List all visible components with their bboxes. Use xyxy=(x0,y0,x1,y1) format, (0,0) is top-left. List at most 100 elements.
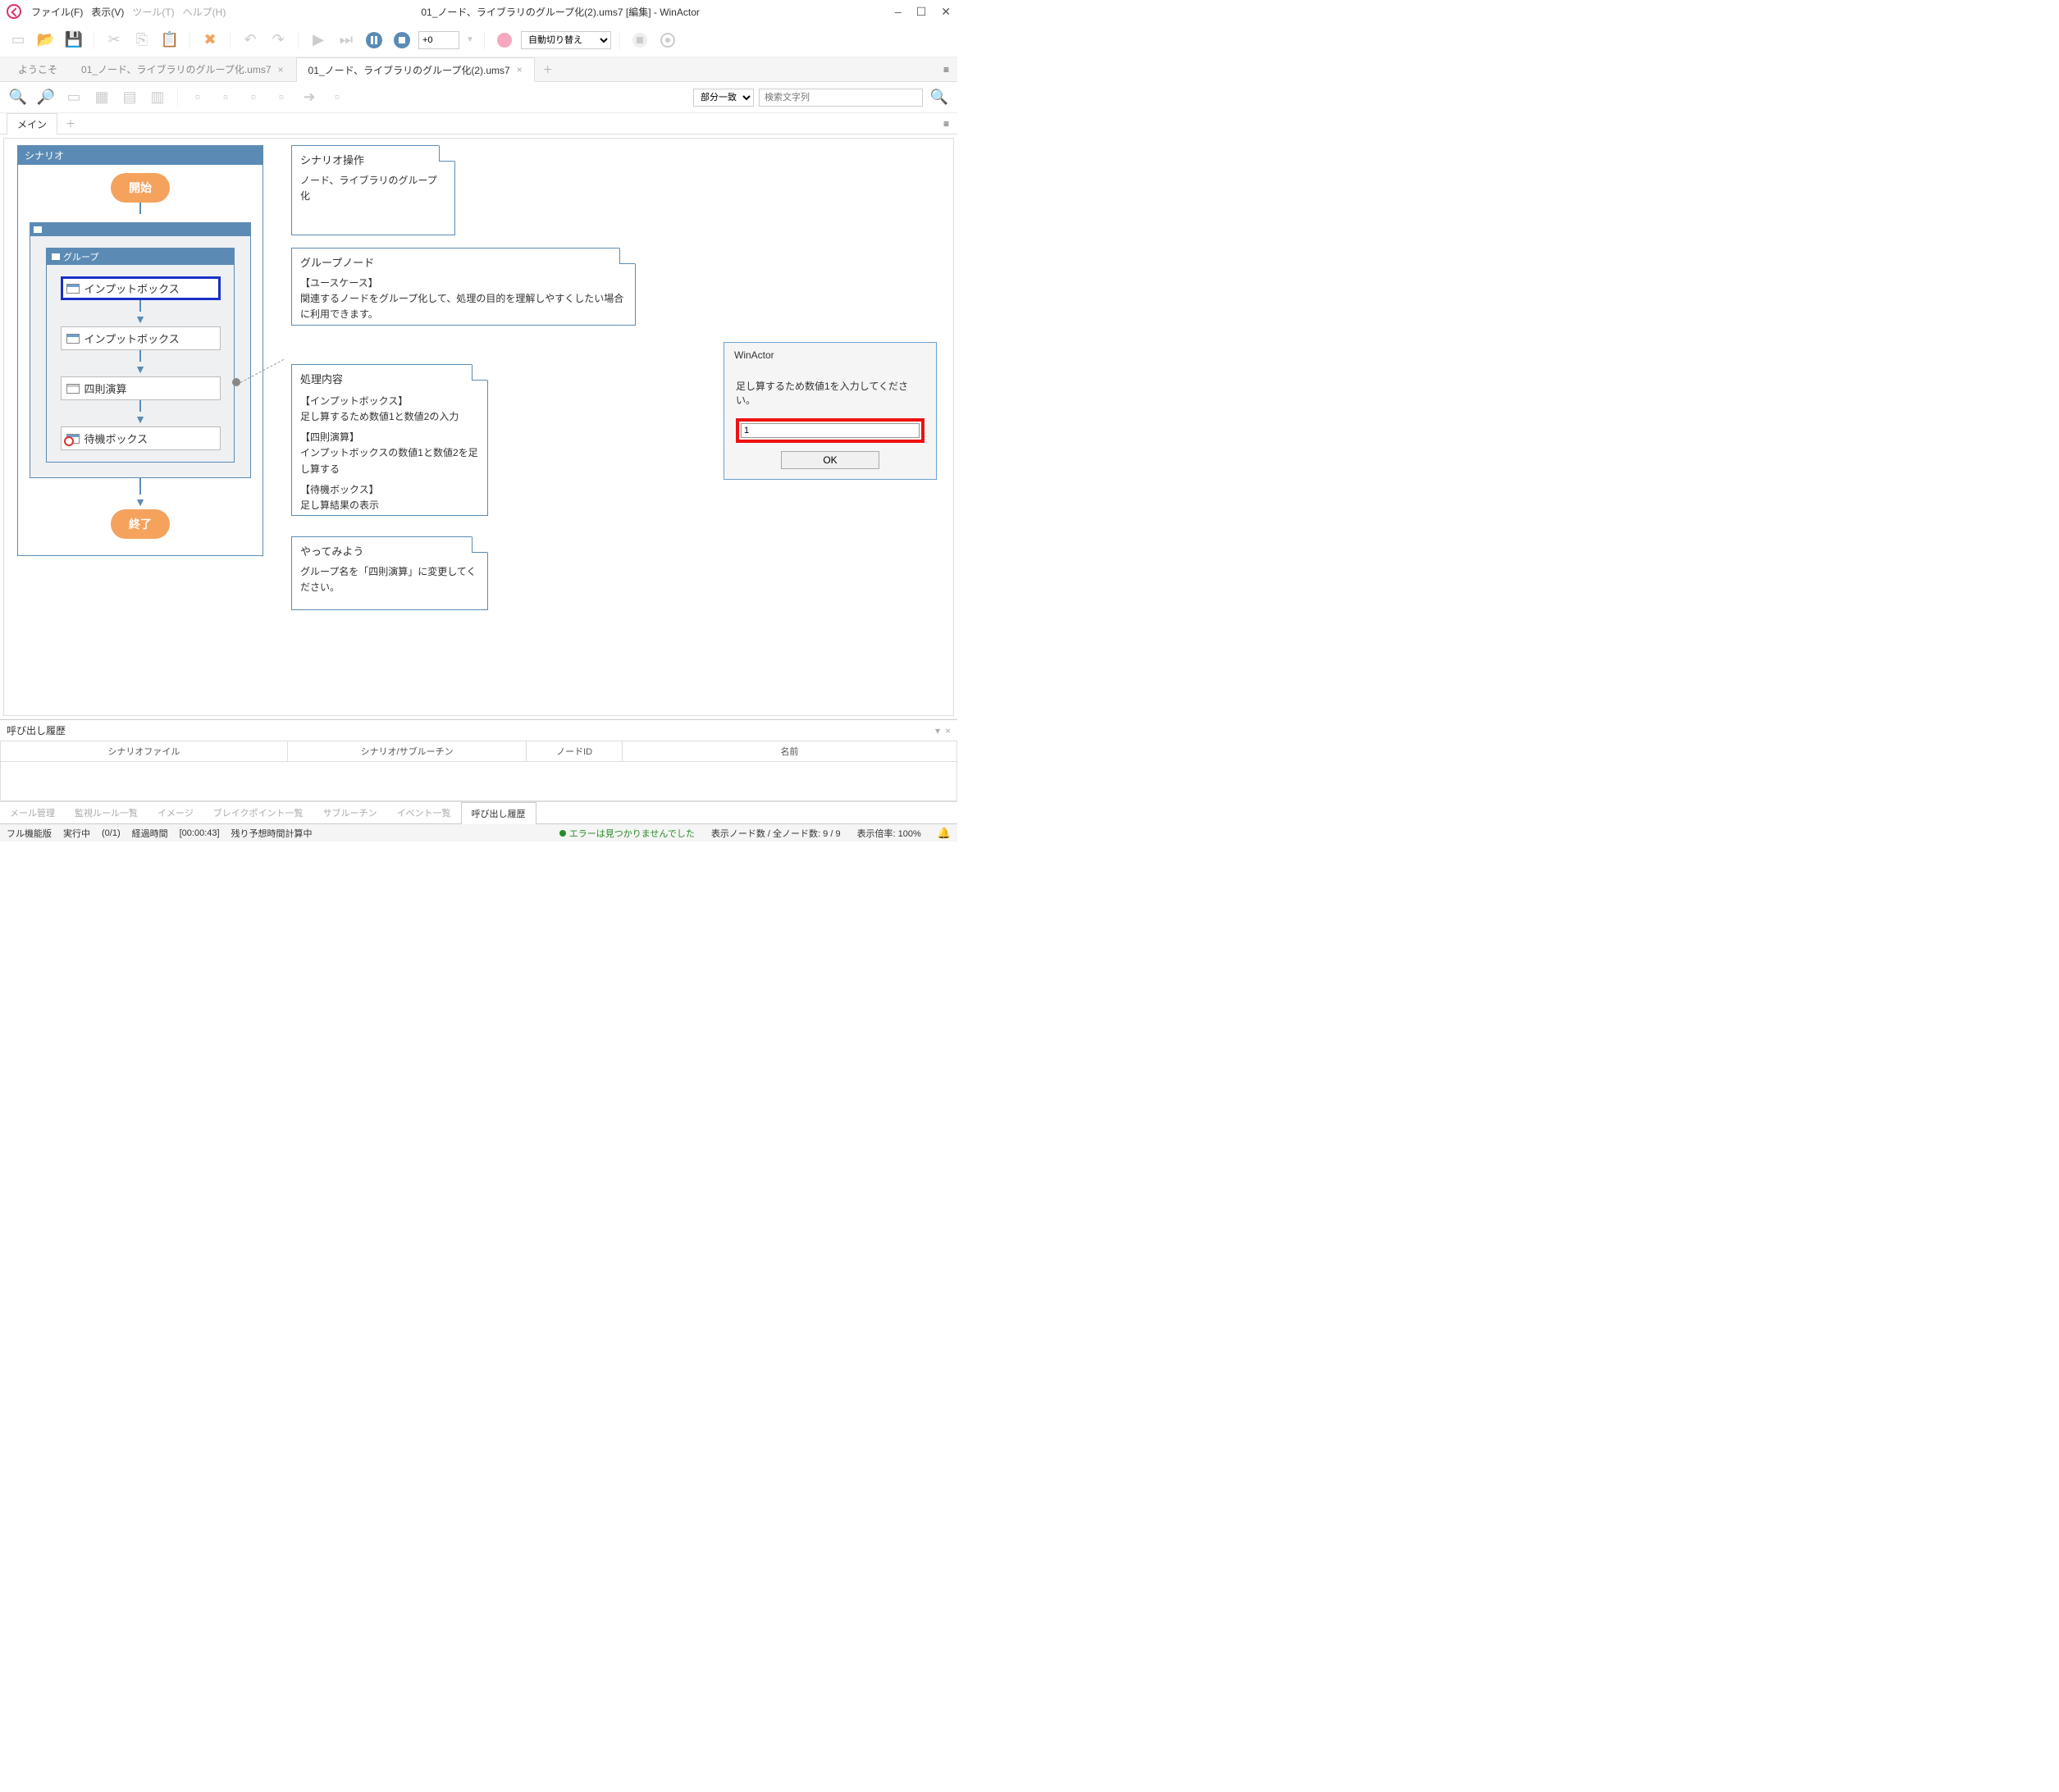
note-scenario-op[interactable]: シナリオ操作 ノード、ライブラリのグループ化 xyxy=(291,145,455,235)
zoom-out-icon: 🔎 xyxy=(34,86,57,109)
btab-subr[interactable]: サブルーチン xyxy=(313,802,387,823)
status-errors: エラーは見つかりませんでした xyxy=(559,827,695,840)
outer-group[interactable]: グループ インプットボックス ▼ インプットボックス ▼ xyxy=(30,222,251,478)
status-elapsed-label: 経過時間 xyxy=(132,827,168,840)
close-icon[interactable]: × xyxy=(945,725,951,736)
menu-view[interactable]: 表示(V) xyxy=(91,5,124,19)
status-remaining: 残り予想時間計算中 xyxy=(231,827,313,840)
note-try[interactable]: やってみよう グループ名を「四則演算」に変更してください。 xyxy=(291,536,488,610)
status-progress: (0/1) xyxy=(102,828,121,838)
connector-handle[interactable] xyxy=(232,378,240,386)
call-history-panel: 呼び出し履歴 ▾× シナリオファイル シナリオ/サブルーチン ノードID 名前 xyxy=(0,719,957,801)
close-icon[interactable]: × xyxy=(517,64,523,75)
bell-icon[interactable]: 🔔 xyxy=(938,827,951,840)
play-icon: ▶ xyxy=(307,29,330,52)
note-group-node[interactable]: グループノード 【ユースケース】 関連するノードをグループ化して、処理の目的を理… xyxy=(291,248,636,326)
dialog-title: WinActor xyxy=(724,343,936,367)
open-icon: 📂 xyxy=(34,29,57,52)
status-nodes: 表示ノード数 / 全ノード数: 9 / 9 xyxy=(711,827,841,840)
step-icon: ⏭ xyxy=(335,29,358,52)
subtabs-overflow-icon[interactable]: ≡ xyxy=(935,118,957,130)
zoom-in-icon: 🔍 xyxy=(7,86,30,109)
pause-icon[interactable] xyxy=(363,29,386,52)
undo-icon: ↶ xyxy=(239,29,262,52)
formula-icon xyxy=(66,384,80,394)
cancel-icon[interactable]: ✖ xyxy=(199,29,221,52)
node4-icon: ▫ xyxy=(270,86,293,109)
scenario-title: シナリオ xyxy=(18,146,263,165)
app-logo-icon xyxy=(7,4,21,19)
status-running: 実行中 xyxy=(63,827,90,840)
window-minimize-button[interactable]: – xyxy=(895,5,902,19)
minimize-icon[interactable] xyxy=(34,226,42,233)
tabs-overflow-icon[interactable]: ≡ xyxy=(935,57,957,81)
note-text: インプットボックスの数値1と数値2を足し算する xyxy=(300,445,479,476)
col-sub[interactable]: シナリオ/サブルーチン xyxy=(287,741,527,762)
menu-help: ヘルプ(H) xyxy=(183,5,226,19)
record-icon[interactable] xyxy=(493,29,516,52)
note-text: 足し算するため数値1と数値2の入力 xyxy=(300,409,479,425)
end-node[interactable]: 終了 xyxy=(111,509,170,539)
col-file[interactable]: シナリオファイル xyxy=(1,741,288,762)
file-tabs: ようこそ 01_ノード、ライブラリのグループ化.ums7× 01_ノード、ライブ… xyxy=(0,57,957,82)
node-inputbox-2[interactable]: インプットボックス xyxy=(61,326,221,350)
new-icon: ▭ xyxy=(7,29,30,52)
tab-file1[interactable]: 01_ノード、ライブラリのグループ化.ums7× xyxy=(70,57,296,81)
btab-bp[interactable]: ブレイクポイント一覧 xyxy=(203,802,313,823)
window-title: 01_ノード、ライブラリのグループ化(2).ums7 [編集] - WinAct… xyxy=(226,5,895,19)
search-input[interactable] xyxy=(759,89,923,107)
col-name[interactable]: 名前 xyxy=(622,741,956,762)
node1-icon: ▫ xyxy=(186,86,209,109)
node-wait[interactable]: 待機ボックス xyxy=(61,426,221,450)
redo-icon: ↷ xyxy=(267,29,290,52)
fit-icon: ▭ xyxy=(62,86,85,109)
subtab-main[interactable]: メイン xyxy=(7,113,57,135)
menu-bar: ファイル(F) 表示(V) ツール(T) ヘルプ(H) xyxy=(31,5,226,19)
note-text: 足し算結果の表示 xyxy=(300,498,479,513)
btab-image[interactable]: イメージ xyxy=(148,802,203,823)
scenario-canvas[interactable]: シナリオ 開始 グループ インプットボックス ▼ xyxy=(3,138,954,716)
search-icon[interactable]: 🔍 xyxy=(928,86,951,109)
btab-mail[interactable]: メール管理 xyxy=(0,802,65,823)
chevron-down-icon[interactable]: ▾ xyxy=(935,725,940,736)
cut-icon: ✂ xyxy=(103,29,126,52)
record-stop-icon xyxy=(628,29,651,52)
col-nodeid[interactable]: ノードID xyxy=(527,741,623,762)
close-icon[interactable]: × xyxy=(278,64,284,75)
start-node[interactable]: 開始 xyxy=(111,173,170,203)
tab-welcome[interactable]: ようこそ xyxy=(7,57,70,81)
window-icon xyxy=(66,334,80,344)
minimize-icon[interactable] xyxy=(52,253,60,260)
node-calc[interactable]: 四則演算 xyxy=(61,376,221,400)
menu-file[interactable]: ファイル(F) xyxy=(31,5,83,19)
tab-file2[interactable]: 01_ノード、ライブラリのグループ化(2).ums7× xyxy=(296,57,535,82)
scenario-container[interactable]: シナリオ 開始 グループ インプットボックス ▼ xyxy=(17,145,263,556)
btab-rules[interactable]: 監視ルール一覧 xyxy=(65,802,148,823)
wait-icon xyxy=(66,434,80,444)
dialog-input[interactable] xyxy=(741,423,920,438)
speed-dropdown-icon[interactable]: ▼ xyxy=(464,29,476,52)
add-tab-button[interactable]: ＋ xyxy=(535,57,561,81)
window-icon xyxy=(66,284,80,294)
btab-event[interactable]: イベント一覧 xyxy=(387,802,461,823)
target-icon xyxy=(656,29,679,52)
btab-call[interactable]: 呼び出し履歴 xyxy=(461,802,536,824)
title-bar: ファイル(F) 表示(V) ツール(T) ヘルプ(H) 01_ノード、ライブラリ… xyxy=(0,0,957,23)
view-toolbar: 🔍 🔎 ▭ ▦ ▤ ▥ ▫ ▫ ▫ ▫ ➜ ▫ 部分一致 🔍 xyxy=(0,82,957,113)
window-maximize-button[interactable]: ☐ xyxy=(916,5,927,19)
window-close-button[interactable]: ✕ xyxy=(941,5,951,19)
inner-group[interactable]: グループ インプットボックス ▼ インプットボックス ▼ xyxy=(46,248,235,463)
bottom-tabs: メール管理 監視ルール一覧 イメージ ブレイクポイント一覧 サブルーチン イベン… xyxy=(0,801,957,823)
status-edition: フル機能版 xyxy=(7,827,52,840)
speed-input[interactable] xyxy=(418,31,459,49)
mode-select[interactable]: 自動切り替え xyxy=(521,31,611,49)
note-process[interactable]: 処理内容 【インプットボックス】 足し算するため数値1と数値2の入力 【四則演算… xyxy=(291,364,488,516)
match-mode-select[interactable]: 部分一致 xyxy=(693,89,754,107)
add-subtab-button[interactable]: ＋ xyxy=(59,116,82,130)
stop-icon[interactable] xyxy=(390,29,413,52)
menu-tool: ツール(T) xyxy=(132,5,174,19)
ok-button[interactable]: OK xyxy=(781,451,879,469)
call-history-body xyxy=(0,762,957,801)
note-title: シナリオ操作 xyxy=(300,153,446,170)
node-inputbox-1[interactable]: インプットボックス xyxy=(61,276,221,300)
